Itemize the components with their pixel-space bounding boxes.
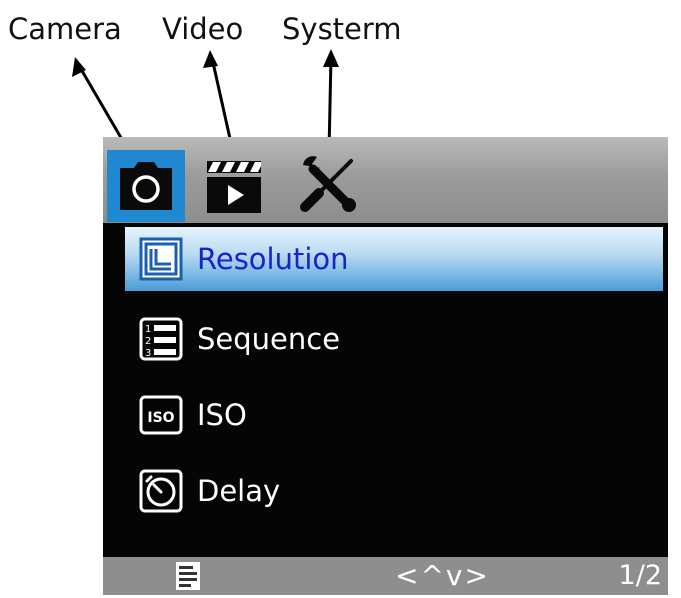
system-annotation-label: Systerm (282, 12, 402, 46)
navigation-arrows[interactable]: <^v> (395, 559, 490, 592)
page-indicator: 1/2 (618, 560, 662, 591)
camera-icon (120, 162, 172, 210)
svg-text:1: 1 (145, 324, 151, 335)
camera-annotation-label: Camera (8, 12, 122, 46)
tab-camera[interactable] (107, 150, 185, 222)
camera-menu-screen: Resolution 1 2 3 Sequence ISO ISO Delay … (103, 137, 668, 595)
svg-text:3: 3 (145, 348, 151, 359)
camera-arrow (76, 62, 129, 150)
svg-text:2: 2 (145, 336, 151, 347)
sequence-list-icon: 1 2 3 (137, 315, 185, 363)
video-annotation-label: Video (162, 12, 244, 46)
clapperboard-icon (207, 161, 261, 213)
menu-item-sequence[interactable]: 1 2 3 Sequence (125, 301, 663, 377)
iso-icon: ISO (137, 391, 185, 439)
tab-system[interactable] (291, 150, 369, 222)
menu-footer: <^v> 1/2 (103, 557, 668, 595)
video-arrowhead (203, 50, 218, 68)
menu-item-label: ISO (197, 398, 247, 432)
settings-menu: Resolution 1 2 3 Sequence ISO ISO Delay (125, 227, 663, 529)
resolution-icon (137, 235, 185, 283)
document-icon (176, 562, 200, 590)
menu-item-label: Resolution (197, 242, 349, 276)
menu-tab-bar (103, 137, 668, 223)
camera-arrowhead (72, 57, 86, 77)
wrench-screwdriver-icon (300, 156, 356, 212)
menu-item-iso[interactable]: ISO ISO (125, 377, 663, 453)
menu-item-resolution[interactable]: Resolution (125, 227, 663, 291)
timer-icon (137, 467, 185, 515)
system-arrowhead (323, 49, 339, 67)
menu-item-label: Delay (197, 474, 281, 508)
menu-item-delay[interactable]: Delay (125, 453, 663, 529)
svg-text:ISO: ISO (147, 410, 174, 426)
menu-item-label: Sequence (197, 322, 341, 356)
tab-video[interactable] (195, 150, 273, 222)
